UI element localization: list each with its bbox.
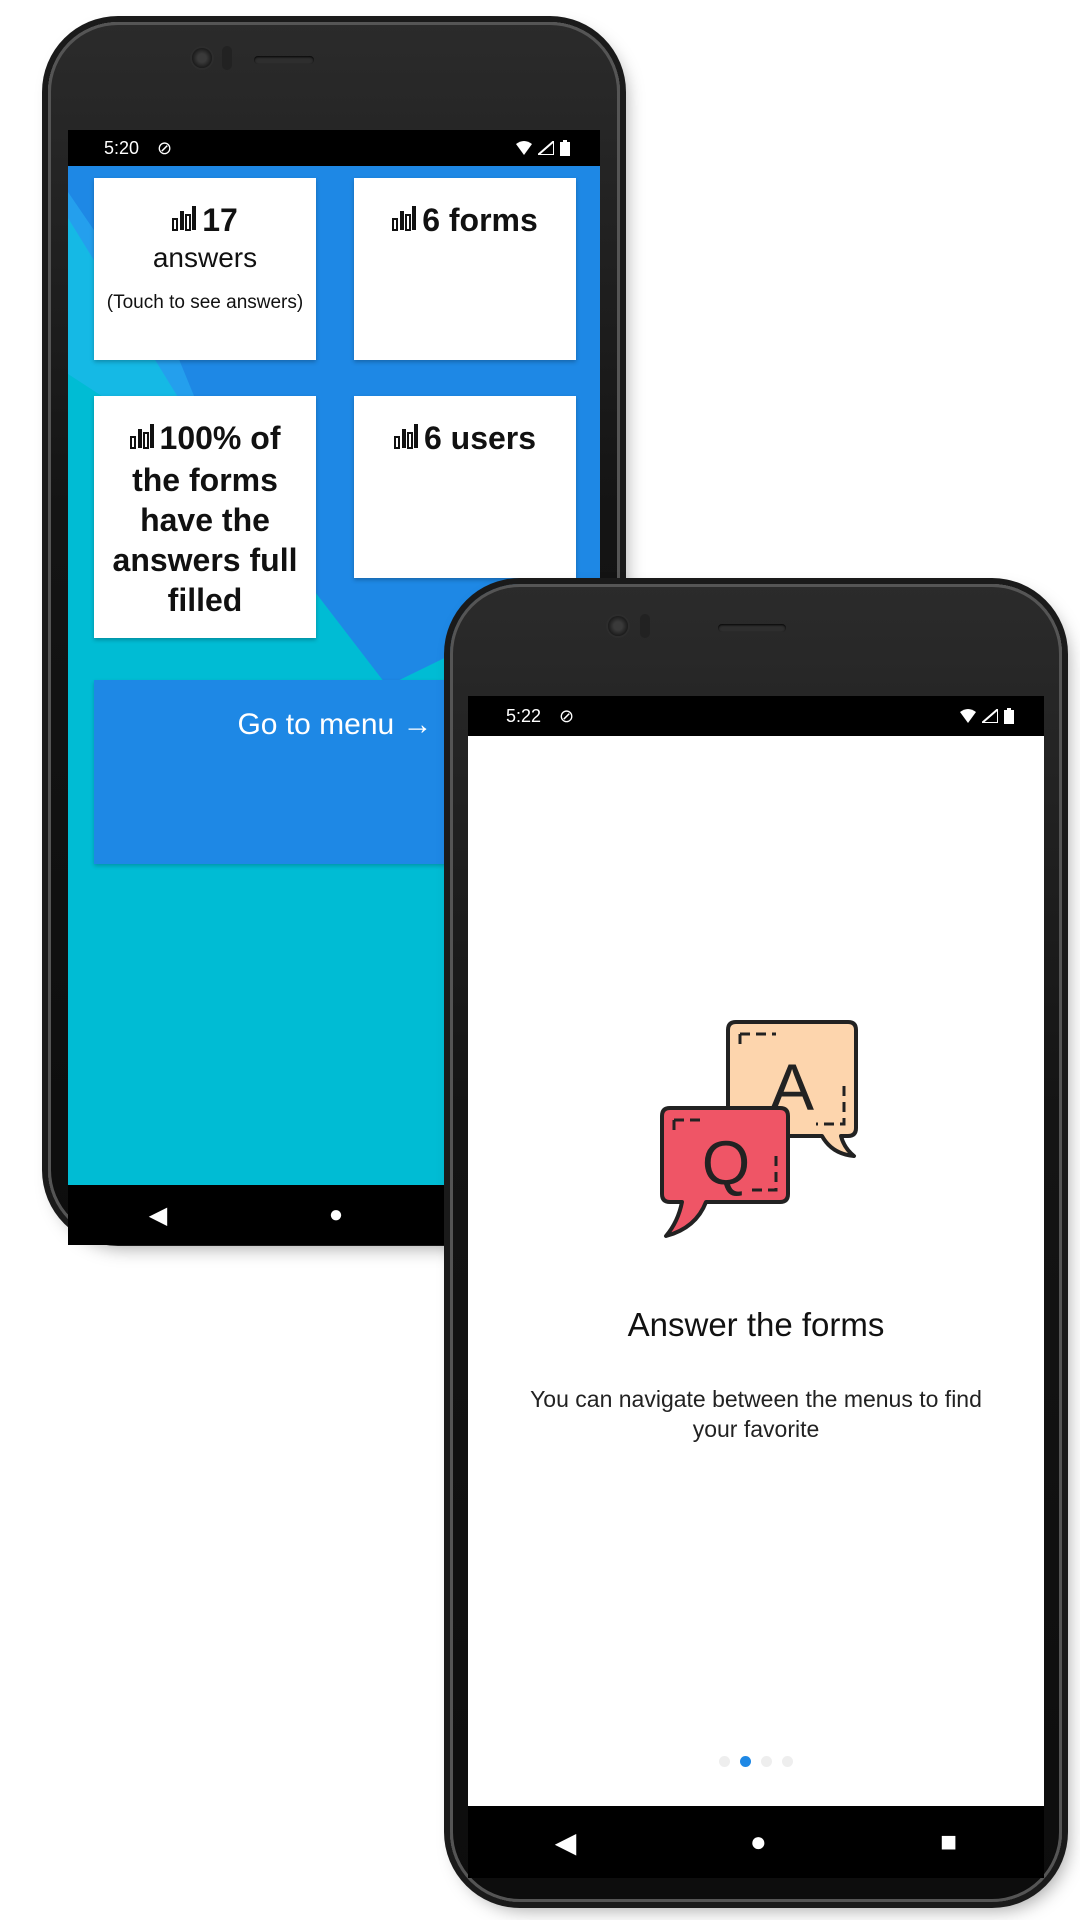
front-camera <box>608 616 628 636</box>
answers-unit: answers <box>152 242 258 273</box>
recents-icon[interactable]: ■ <box>940 1826 957 1858</box>
earpiece-speaker <box>254 56 314 64</box>
page-indicator[interactable] <box>468 1756 1044 1767</box>
page-dot[interactable] <box>782 1756 793 1767</box>
status-bar: 5:22 ⊘ <box>468 696 1044 736</box>
wifi-icon <box>960 709 976 723</box>
question-letter: Q <box>702 1129 750 1198</box>
home-icon[interactable]: ● <box>329 1201 344 1229</box>
proximity-sensor <box>640 614 650 638</box>
earpiece-speaker <box>718 624 786 632</box>
answers-card[interactable]: 17 answers (Touch to see answers) <box>94 178 316 360</box>
front-camera <box>192 48 212 68</box>
battery-icon <box>1004 708 1014 724</box>
page-dot-active[interactable] <box>740 1756 751 1767</box>
back-icon[interactable]: ◀ <box>555 1826 577 1859</box>
status-time: 5:22 <box>506 705 542 726</box>
battery-icon <box>560 140 570 156</box>
bar-chart-icon <box>393 420 420 460</box>
qa-chat-bubbles-icon: A Q <box>660 1020 858 1238</box>
status-bar: 5:20 ⊘ <box>68 130 600 166</box>
onboarding-screen: 5:22 ⊘ A Q Answer the forms You can navi… <box>468 696 1044 1806</box>
bar-chart-icon <box>129 420 156 460</box>
no-sync-icon: ⊘ <box>559 705 575 726</box>
forms-count: 6 forms <box>422 202 538 238</box>
navigation-bar: ◀ ● ■ <box>468 1806 1044 1878</box>
back-icon[interactable]: ◀ <box>149 1201 167 1230</box>
home-icon[interactable]: ● <box>750 1826 767 1858</box>
signal-icon <box>538 141 554 155</box>
phone-onboarding: 5:22 ⊘ A Q Answer the forms You can navi… <box>450 584 1062 1902</box>
proximity-sensor <box>222 46 232 70</box>
page-dot[interactable] <box>761 1756 772 1767</box>
forms-card[interactable]: 6 forms <box>354 178 576 360</box>
users-count: 6 users <box>423 420 537 456</box>
answers-count: 17 <box>202 202 238 238</box>
onboarding-title: Answer the forms <box>627 1306 885 1343</box>
completion-card[interactable]: 100% of the forms have the answers full … <box>94 396 316 638</box>
bar-chart-icon <box>392 202 418 242</box>
completion-text: the forms have the answers full filled <box>112 462 298 618</box>
completion-percent: 100% of <box>159 420 281 456</box>
users-card[interactable]: 6 users <box>354 396 576 578</box>
onboarding-description: You can navigate between the menus to fi… <box>530 1386 982 1442</box>
answers-hint: (Touch to see answers) <box>106 292 304 313</box>
wifi-icon <box>516 141 532 155</box>
page-dot[interactable] <box>719 1756 730 1767</box>
signal-icon <box>982 709 998 723</box>
no-sync-icon: ⊘ <box>157 137 173 158</box>
status-time: 5:20 <box>104 137 140 158</box>
bar-chart-icon <box>172 202 198 242</box>
